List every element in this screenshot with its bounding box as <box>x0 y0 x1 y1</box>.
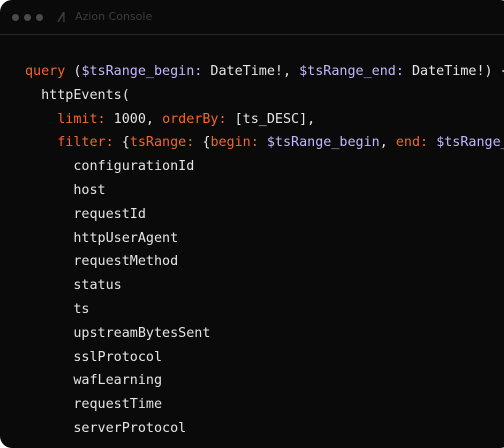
code-text: DateTime!) { <box>403 64 504 79</box>
code-text: DateTime!, <box>202 64 300 79</box>
code-keyword: orderBy: <box>162 111 227 127</box>
code-variable: $tsRange_end: <box>299 64 404 79</box>
code-line: query ($tsRange_begin: DateTime!, $tsRan… <box>25 60 504 84</box>
code-variable: $tsRange_begin <box>266 135 380 151</box>
code-keyword: limit: <box>25 111 106 127</box>
close-window-button[interactable] <box>12 14 19 21</box>
code-line: sslProtocol <box>25 346 504 370</box>
code-line: ts <box>25 298 504 322</box>
azion-logo-icon <box>57 12 65 22</box>
code-line: upstreamBytesSent <box>25 322 504 346</box>
title-bar: Azion Console <box>0 0 504 35</box>
code-line: configurationId <box>25 155 504 179</box>
code-text: requestTime <box>25 397 163 413</box>
code-text: requestMethod <box>25 254 179 270</box>
code-text: { <box>194 135 211 151</box>
code-line: limit: 1000, orderBy: [ts_DESC], <box>25 108 504 132</box>
code-text: [ts_DESC], <box>226 111 316 127</box>
minimize-window-button[interactable] <box>24 14 31 21</box>
maximize-window-button[interactable] <box>36 14 43 21</box>
code-text: httpEvents( <box>25 87 130 103</box>
code-text: requestId <box>25 206 146 222</box>
code-text: wafLearning <box>25 373 163 389</box>
code-text: httpUserAgent <box>25 230 179 246</box>
code-line: wafLearning <box>25 369 504 393</box>
code-keyword: end: <box>395 135 429 151</box>
graphql-code-editor[interactable]: query ($tsRange_begin: DateTime!, $tsRan… <box>25 60 504 441</box>
code-keyword: begin: <box>210 135 259 151</box>
code-text: serverProtocol <box>25 420 187 436</box>
code-text: sslProtocol <box>25 349 163 365</box>
window-title: Azion Console <box>75 10 153 23</box>
code-text: { <box>113 135 130 151</box>
code-line: httpUserAgent <box>25 227 504 251</box>
code-text: upstreamBytesSent <box>25 325 211 341</box>
code-text: 1000, <box>105 111 163 127</box>
code-line: filter: {tsRange: {begin: $tsRange_begin… <box>25 131 504 155</box>
code-line: requestTime <box>25 393 504 417</box>
code-text: configurationId <box>25 159 195 175</box>
code-text: status <box>25 278 122 294</box>
code-keyword: query <box>25 64 74 79</box>
code-line: host <box>25 179 504 203</box>
console-window: Azion Console query ($tsRange_begin: Dat… <box>0 0 504 448</box>
code-text: , <box>379 135 396 151</box>
code-variable: $tsRange_end <box>436 135 504 151</box>
code-line: serverProtocol <box>25 417 504 441</box>
code-keyword: filter: <box>25 135 114 151</box>
code-text: host <box>25 182 106 198</box>
code-line: httpEvents( <box>25 84 504 108</box>
code-line: requestMethod <box>25 250 504 274</box>
code-variable: $tsRange_begin: <box>81 64 203 79</box>
code-line: requestId <box>25 203 504 227</box>
code-line: status <box>25 274 504 298</box>
code-keyword: tsRange: <box>129 135 195 151</box>
code-text: ts <box>25 301 90 317</box>
